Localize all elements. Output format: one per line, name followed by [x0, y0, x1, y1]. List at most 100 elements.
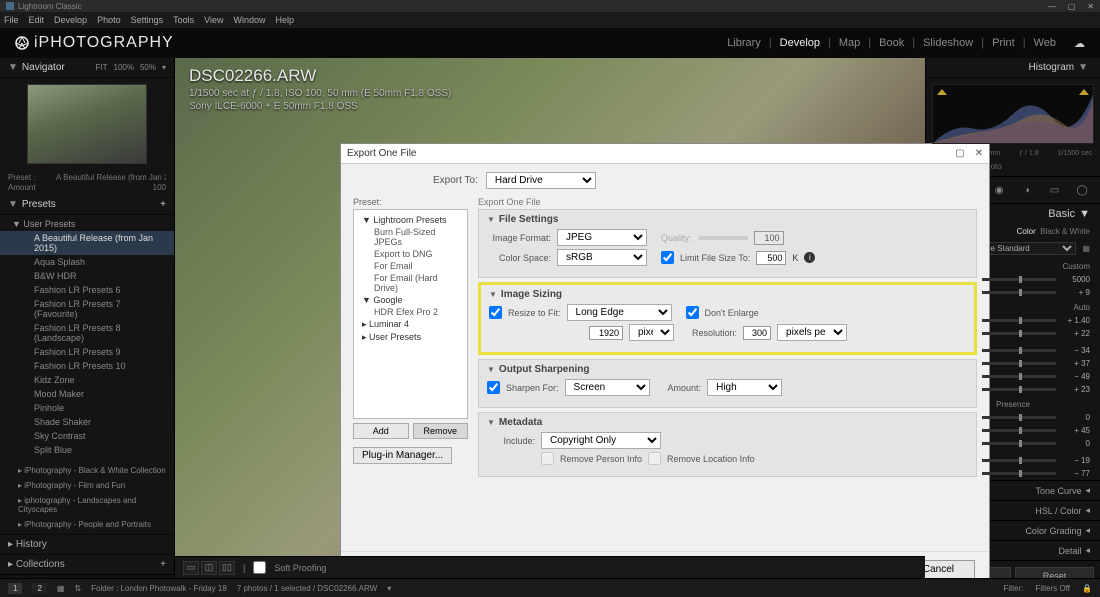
module-book[interactable]: Book — [878, 37, 905, 49]
history-header[interactable]: ▸ History — [0, 534, 174, 554]
mask-icon[interactable]: ◑ — [1018, 183, 1036, 197]
plus-icon[interactable]: + — [160, 559, 166, 570]
reset-button[interactable]: Reset — [1015, 567, 1094, 578]
preset-collection[interactable]: ▸ iPhotography - People and Portraits — [0, 517, 174, 532]
grid-icon[interactable]: ▦ — [1082, 244, 1090, 253]
maximize-icon[interactable]: ▢ — [1068, 2, 1076, 11]
dialog-maximize-icon[interactable]: ▢ — [955, 148, 964, 159]
chevron-down-icon[interactable]: ▾ — [162, 63, 166, 72]
menu-view[interactable]: View — [204, 15, 223, 25]
module-map[interactable]: Map — [838, 37, 861, 49]
treatment-color[interactable]: Color — [1017, 227, 1036, 236]
menu-tools[interactable]: Tools — [173, 15, 194, 25]
preset-item[interactable]: Fashion LR Presets 6 — [0, 283, 174, 297]
navigator-header[interactable]: ▼ Navigator FIT 100% 50% ▾ — [0, 58, 174, 78]
left-panel: ▼ Navigator FIT 100% 50% ▾ Preset :A Bea… — [0, 58, 175, 578]
menu-edit[interactable]: Edit — [29, 15, 45, 25]
soft-proof-checkbox[interactable] — [253, 561, 266, 574]
dont-enlarge-checkbox[interactable] — [686, 306, 699, 319]
limit-size-input[interactable] — [756, 251, 786, 265]
page-2[interactable]: 2 — [32, 583, 46, 594]
collections-header[interactable]: ▸ Collections+ — [0, 554, 174, 574]
grad-icon[interactable]: ▭ — [1045, 183, 1063, 197]
page-1[interactable]: 1 — [8, 583, 22, 594]
dimension-unit-select[interactable]: pixels — [629, 324, 674, 341]
export-preset-tree[interactable]: ▼ Lightroom Presets Burn Full-Sized JPEG… — [353, 209, 468, 419]
preset-item[interactable]: Shade Shaker — [0, 415, 174, 429]
preset-item[interactable]: Kidz Zone — [0, 373, 174, 387]
preset-item[interactable]: Aqua Splash — [0, 255, 174, 269]
plugin-manager-button[interactable]: Plug-in Manager... — [353, 447, 452, 464]
preset-group[interactable]: ▼ User Presets — [0, 217, 174, 231]
module-web[interactable]: Web — [1033, 37, 1057, 49]
info-icon[interactable]: i — [804, 252, 815, 263]
lock-icon[interactable]: 🔒 — [1082, 584, 1092, 593]
module-print[interactable]: Print — [991, 37, 1016, 49]
module-library[interactable]: Library — [726, 37, 762, 49]
nav-100[interactable]: 100% — [114, 63, 134, 72]
export-to-select[interactable]: Hard Drive — [486, 172, 596, 189]
resize-checkbox[interactable] — [489, 306, 502, 319]
preset-item[interactable]: Fashion LR Presets 7 (Favourite) — [0, 297, 174, 321]
image-sizing-section: ▼Image Sizing Resize to Fit: Long Edge D… — [478, 282, 977, 355]
preset-item[interactable]: Pinhole — [0, 401, 174, 415]
dimension-input[interactable] — [589, 326, 623, 340]
preset-collection[interactable]: ▸ iPhotography - Black & White Collectio… — [0, 463, 174, 478]
preset-item[interactable]: Split Blue — [0, 443, 174, 457]
sharpen-amount-select[interactable]: High — [707, 379, 782, 396]
quality-slider[interactable] — [698, 236, 748, 240]
menu-window[interactable]: Window — [234, 15, 266, 25]
minimize-icon[interactable]: — — [1048, 2, 1056, 11]
image-filename: DSC02266.ARW — [189, 66, 451, 86]
nav-50[interactable]: 50% — [140, 63, 156, 72]
before-after-icon[interactable]: ◫ — [201, 561, 217, 575]
preset-item[interactable]: Mood Maker — [0, 387, 174, 401]
sharpen-for-select[interactable]: Screen — [565, 379, 650, 396]
filters-off[interactable]: Filters Off — [1036, 584, 1071, 593]
sharpen-checkbox[interactable] — [487, 381, 500, 394]
histogram[interactable] — [932, 84, 1094, 144]
preset-item[interactable]: Fashion LR Presets 8 (Landscape) — [0, 321, 174, 345]
compare-icon[interactable]: ▯▯ — [219, 561, 235, 575]
color-space-select[interactable]: sRGB — [557, 249, 647, 266]
loupe-view-icon[interactable]: ▭ — [183, 561, 199, 575]
preset-item[interactable]: Fashion LR Presets 9 — [0, 345, 174, 359]
presets-header[interactable]: ▼ Presets + — [0, 195, 174, 215]
remove-preset-button[interactable]: Remove — [413, 423, 469, 439]
menu-settings[interactable]: Settings — [131, 15, 164, 25]
sort-icon[interactable]: ⇅ — [74, 584, 81, 593]
dialog-close-icon[interactable]: ✕ — [975, 148, 983, 159]
add-preset-button[interactable]: Add — [353, 423, 409, 439]
preset-collection[interactable]: ▸ iPhotography - Film and Fun — [0, 478, 174, 493]
preset-item[interactable]: B&W HDR — [0, 269, 174, 283]
redeye-icon[interactable]: ◉ — [990, 183, 1008, 197]
radial-icon[interactable]: ◯ — [1073, 183, 1091, 197]
image-canvas[interactable]: DSC02266.ARW 1/1500 sec at ƒ / 1.8, ISO … — [175, 58, 925, 578]
preset-collection[interactable]: ▸ iphotography - Landscapes and Cityscap… — [0, 493, 174, 517]
close-icon[interactable]: ✕ — [1087, 2, 1094, 11]
menu-file[interactable]: File — [4, 15, 19, 25]
histogram-header[interactable]: Histogram ▼ — [926, 58, 1100, 78]
menu-develop[interactable]: Develop — [54, 15, 87, 25]
menu-help[interactable]: Help — [276, 15, 295, 25]
resolution-unit-select[interactable]: pixels per inch — [777, 324, 847, 341]
module-slideshow[interactable]: Slideshow — [922, 37, 974, 49]
preset-item[interactable]: Fashion LR Presets 10 — [0, 359, 174, 373]
limit-size-checkbox[interactable] — [661, 251, 674, 264]
preset-item[interactable]: Sky Contrast — [0, 429, 174, 443]
cloud-icon[interactable]: ☁ — [1073, 37, 1086, 50]
auto-tone-button[interactable]: Auto — [1074, 303, 1090, 312]
module-develop[interactable]: Develop — [779, 37, 821, 49]
plus-icon[interactable]: + — [160, 199, 166, 210]
menu-photo[interactable]: Photo — [97, 15, 121, 25]
metadata-include-select[interactable]: Copyright Only — [541, 432, 661, 449]
treatment-bw[interactable]: Black & White — [1040, 227, 1090, 236]
nav-fit[interactable]: FIT — [96, 63, 108, 72]
navigator-thumbnail[interactable] — [27, 84, 147, 164]
wb-select[interactable]: Custom — [1062, 262, 1090, 271]
preset-item[interactable]: A Beautiful Release (from Jan 2015) — [0, 231, 174, 255]
image-format-select[interactable]: JPEG — [557, 229, 647, 246]
grid-icon[interactable]: ▦ — [57, 584, 65, 593]
resize-select[interactable]: Long Edge — [567, 304, 672, 321]
resolution-input[interactable] — [743, 326, 771, 340]
